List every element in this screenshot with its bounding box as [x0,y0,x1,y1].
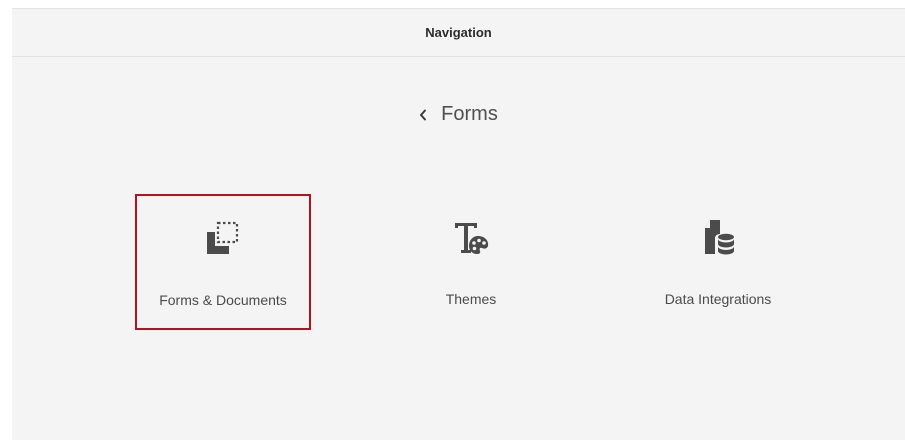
themes-icon [451,217,491,257]
tile-label-data-integrations: Data Integrations [664,291,772,307]
forms-documents-icon [203,218,243,258]
navigation-panel: Navigation Forms Forms & Documents Theme… [12,8,905,440]
tile-forms-documents[interactable]: Forms & Documents [135,194,311,330]
tile-data-integrations[interactable]: Data Integrations [630,195,806,331]
tile-label-themes: Themes [445,291,497,307]
tile-themes[interactable]: Themes [383,195,559,331]
panel-title: Navigation [425,25,492,40]
chevron-left-icon[interactable] [419,109,427,121]
breadcrumb-back[interactable]: Forms [12,103,905,126]
data-integrations-icon [698,217,738,257]
breadcrumb-label[interactable]: Forms [441,103,498,126]
tile-label-forms-documents: Forms & Documents [159,292,287,308]
panel-header: Navigation [12,9,905,57]
